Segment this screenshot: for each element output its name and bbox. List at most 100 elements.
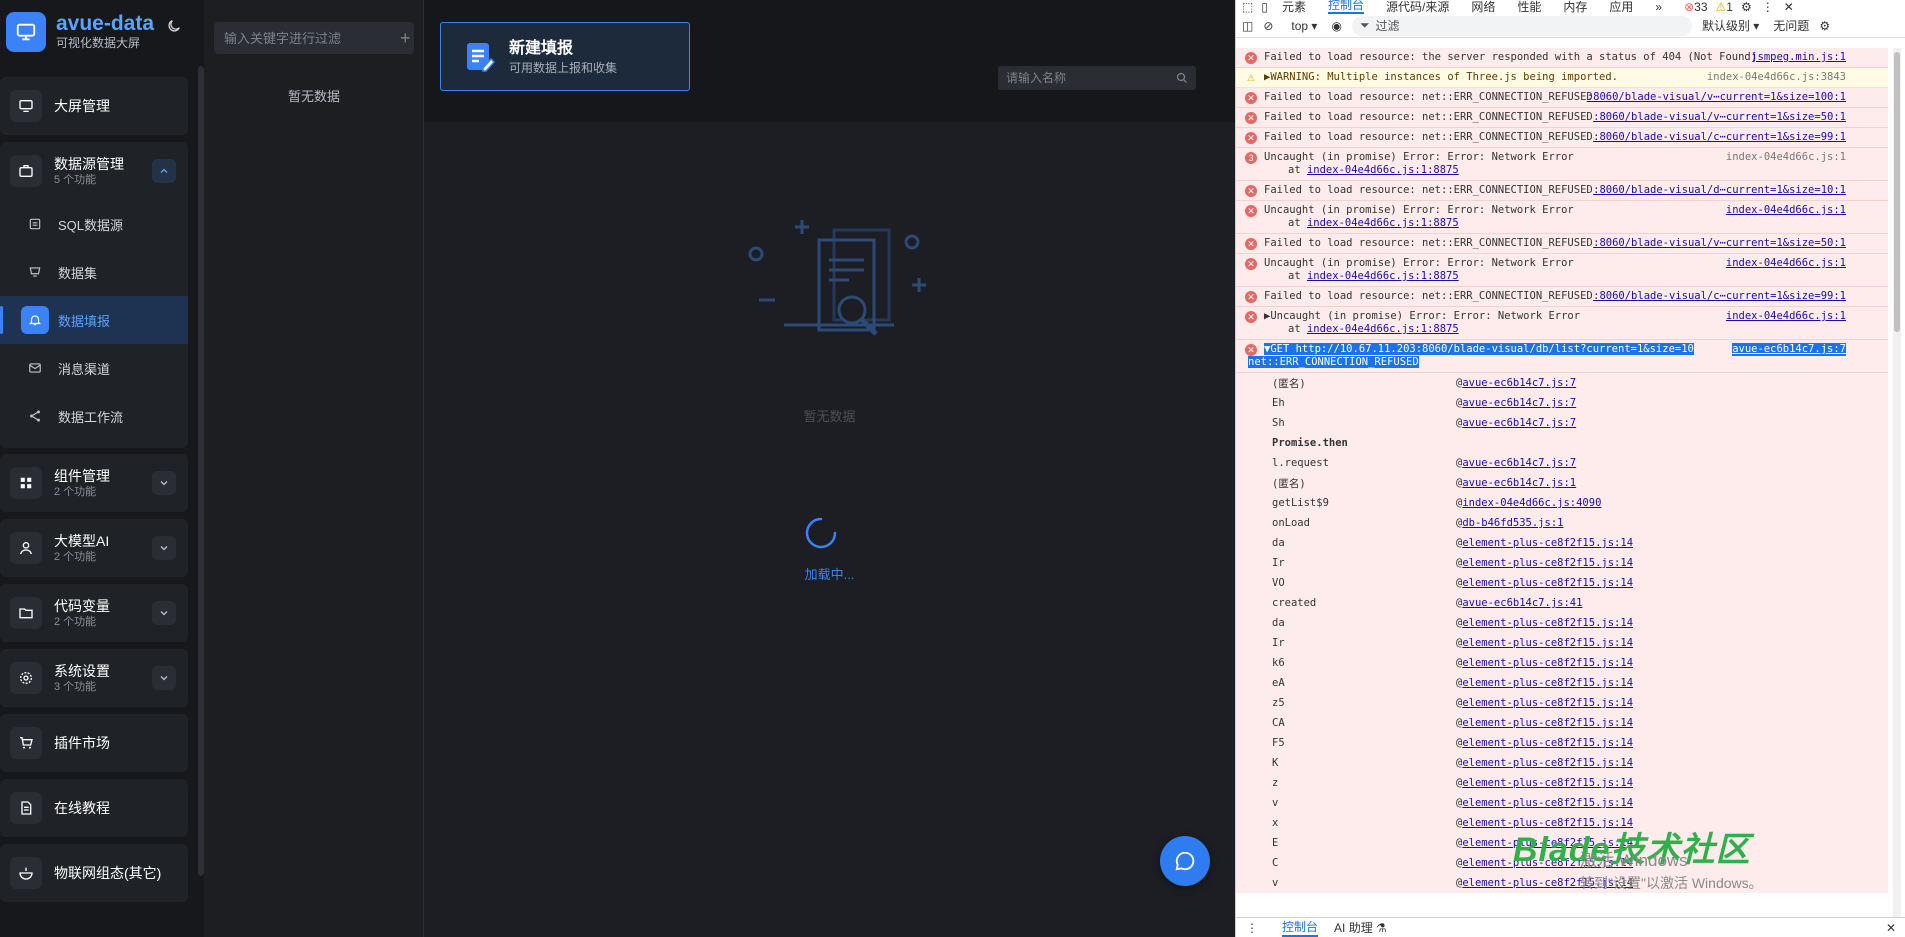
- message-source-link[interactable]: index-04e4d66c.js:1: [1726, 310, 1846, 323]
- chevron-down-icon[interactable]: [152, 666, 176, 690]
- stack-frame-link[interactable]: element-plus-ce8f2f15.js:14: [1462, 637, 1633, 649]
- message-source-link[interactable]: index-04e4d66c.js:1: [1726, 204, 1846, 217]
- nav-group-header[interactable]: 数据源管理 5 个功能: [0, 142, 188, 200]
- console-message[interactable]: ✕ Uncaught (in promise) Error: Error: Net…: [1236, 254, 1888, 287]
- message-source-link[interactable]: :8060/blade-visual/d⋯current=1&size=10:1: [1593, 184, 1846, 197]
- close-icon[interactable]: ✕: [1784, 0, 1794, 14]
- new-fill-card[interactable]: 新建填报 可用数据上报和收集: [440, 22, 690, 91]
- stack-frame[interactable]: da @ element-plus-ce8f2f15.js:14: [1236, 533, 1888, 553]
- issues-link[interactable]: 无问题: [1773, 17, 1809, 34]
- stack-frame[interactable]: Sh @ avue-ec6b14c7.js:7: [1236, 413, 1888, 433]
- stack-frame[interactable]: (匿名) @ avue-ec6b14c7.js:7: [1236, 373, 1888, 393]
- chevron-down-icon[interactable]: [152, 601, 176, 625]
- nav-group-iot-config[interactable]: 物联网组态(其它): [0, 844, 188, 902]
- stack-frame-link[interactable]: element-plus-ce8f2f15.js:14: [1462, 657, 1633, 669]
- tab-application[interactable]: 应用: [1609, 0, 1633, 14]
- stack-frame[interactable]: da @ element-plus-ce8f2f15.js:14: [1236, 613, 1888, 633]
- console-message[interactable]: ✕ ▶Uncaught (in promise) Error: Error: Ne…: [1236, 307, 1888, 340]
- stack-frame-link[interactable]: element-plus-ce8f2f15.js:14: [1462, 797, 1633, 809]
- more-tabs-icon[interactable]: »: [1655, 0, 1662, 14]
- stack-frame[interactable]: VO @ element-plus-ce8f2f15.js:14: [1236, 573, 1888, 593]
- stack-frame-link[interactable]: element-plus-ce8f2f15.js:14: [1462, 737, 1633, 749]
- console-message[interactable]: ⚠ ▶WARNING: Multiple instances of Three.j…: [1236, 68, 1888, 88]
- stack-frame[interactable]: F5 @ element-plus-ce8f2f15.js:14: [1236, 733, 1888, 753]
- stack-frame-link[interactable]: avue-ec6b14c7.js:7: [1462, 457, 1576, 469]
- stack-link[interactable]: index-04e4d66c.js:1:8875: [1307, 323, 1459, 335]
- message-source-link[interactable]: index-04e4d66c.js:3843: [1707, 71, 1846, 84]
- nav-group-plugin-market[interactable]: 插件市场: [0, 714, 188, 772]
- nav-group-component-management[interactable]: 组件管理 2 个功能: [0, 454, 188, 512]
- stack-frame-link[interactable]: element-plus-ce8f2f15.js:14: [1462, 757, 1633, 769]
- nav-group-online-tutorial[interactable]: 在线教程: [0, 779, 188, 837]
- drawer-tab-ai-assistant[interactable]: AI 助理 ⚗: [1334, 919, 1387, 936]
- console-message[interactable]: ✕ Failed to load resource: net::ERR_CONNE…: [1236, 234, 1888, 254]
- stack-frame[interactable]: K @ element-plus-ce8f2f15.js:14: [1236, 753, 1888, 773]
- chat-button[interactable]: [1160, 836, 1210, 886]
- message-source-link[interactable]: :8060/blade-visual/v⋯current=1&size=50:1: [1593, 111, 1846, 124]
- stack-frame[interactable]: l.request @ avue-ec6b14c7.js:7: [1236, 453, 1888, 473]
- console-message[interactable]: ✕ Uncaught (in promise) Error: Error: Net…: [1236, 201, 1888, 234]
- sidebar-item-sql-datasource[interactable]: SQL数据源: [0, 200, 188, 248]
- message-source-link[interactable]: index-04e4d66c.js:1: [1726, 151, 1846, 164]
- stack-link[interactable]: index-04e4d66c.js:1:8875: [1307, 217, 1459, 229]
- stack-frame-link[interactable]: db-b46fd535.js:1: [1462, 517, 1563, 529]
- stack-frame[interactable]: z @ element-plus-ce8f2f15.js:14: [1236, 773, 1888, 793]
- stack-frame-link[interactable]: element-plus-ce8f2f15.js:14: [1462, 537, 1633, 549]
- eye-icon[interactable]: ◉: [1331, 19, 1341, 33]
- stack-link[interactable]: index-04e4d66c.js:1:8875: [1307, 164, 1459, 176]
- inspect-icon[interactable]: ⬚: [1242, 0, 1253, 14]
- stack-frame-link[interactable]: avue-ec6b14c7.js:41: [1462, 597, 1582, 609]
- drawer-menu-icon[interactable]: ⋮: [1246, 921, 1258, 935]
- warn-count-badge[interactable]: ⚠ 1: [1716, 0, 1733, 14]
- stack-frame-link[interactable]: element-plus-ce8f2f15.js:14: [1462, 577, 1633, 589]
- tree-search-input[interactable]: [224, 30, 400, 46]
- sidebar-item-data-fill[interactable]: 数据填报: [0, 296, 188, 344]
- nav-group-llm-ai[interactable]: 大模型AI 2 个功能: [0, 519, 188, 577]
- stack-frame[interactable]: (匿名) @ avue-ec6b14c7.js:1: [1236, 473, 1888, 493]
- console-message[interactable]: ✕ Failed to load resource: net::ERR_CONNE…: [1236, 88, 1888, 108]
- message-source-link[interactable]: :8060/blade-visual/v⋯current=1&size=100:…: [1587, 91, 1846, 104]
- clear-console-icon[interactable]: ⊘: [1263, 19, 1273, 33]
- stack-frame-link[interactable]: element-plus-ce8f2f15.js:14: [1462, 717, 1633, 729]
- stack-frame[interactable]: CA @ element-plus-ce8f2f15.js:14: [1236, 713, 1888, 733]
- chevron-up-icon[interactable]: [152, 159, 176, 183]
- console-message[interactable]: ✕ Failed to load resource: net::ERR_CONNE…: [1236, 181, 1888, 201]
- console-message[interactable]: 3 Uncaught (in promise) Error: Error: Net…: [1236, 148, 1888, 181]
- console-settings-gear-icon[interactable]: ⚙: [1819, 19, 1830, 33]
- add-icon[interactable]: +: [400, 29, 411, 47]
- sidebar-item-message-channel[interactable]: 消息渠道: [0, 344, 188, 392]
- message-source-link[interactable]: :8060/blade-visual/c⋯current=1&size=99:1: [1593, 131, 1846, 144]
- stack-frame[interactable]: Eh @ avue-ec6b14c7.js:7: [1236, 393, 1888, 413]
- message-source-link[interactable]: index-04e4d66c.js:1: [1726, 257, 1846, 270]
- tab-performance[interactable]: 性能: [1517, 0, 1541, 14]
- error-count-badge[interactable]: ⊗ 33: [1684, 0, 1707, 14]
- stack-frame[interactable]: getList$9 @ index-04e4d66c.js:4090: [1236, 493, 1888, 513]
- more-menu-icon[interactable]: ⋮: [1762, 0, 1774, 14]
- console-message[interactable]: ✕ Failed to load resource: net::ERR_CONNE…: [1236, 108, 1888, 128]
- chevron-down-icon[interactable]: [152, 471, 176, 495]
- nav-group-screen-management[interactable]: 大屏管理: [0, 77, 188, 135]
- sidebar-toggle-icon[interactable]: ◫: [1242, 19, 1253, 33]
- stack-frame-link[interactable]: element-plus-ce8f2f15.js:14: [1462, 777, 1633, 789]
- nav-group-system-settings[interactable]: 系统设置 3 个功能: [0, 649, 188, 707]
- console-message[interactable]: ✕ Failed to load resource: the server res…: [1236, 48, 1888, 68]
- console-filter[interactable]: ⏷ 过滤: [1351, 15, 1692, 36]
- search-icon[interactable]: [1176, 72, 1188, 84]
- sidebar-item-dataset[interactable]: 数据集: [0, 248, 188, 296]
- console-scrollbar[interactable]: [1893, 48, 1901, 918]
- stack-frame[interactable]: onLoad @ db-b46fd535.js:1: [1236, 513, 1888, 533]
- stack-frame-link[interactable]: index-04e4d66c.js:4090: [1462, 497, 1601, 509]
- sidebar-item-data-workflow[interactable]: 数据工作流: [0, 392, 188, 440]
- device-toggle-icon[interactable]: ▯: [1261, 0, 1268, 14]
- stack-frame-link[interactable]: element-plus-ce8f2f15.js:14: [1462, 677, 1633, 689]
- stack-frame[interactable]: v @ element-plus-ce8f2f15.js:14: [1236, 793, 1888, 813]
- theme-toggle-moon-icon[interactable]: [166, 18, 184, 36]
- stack-frame[interactable]: Ir @ element-plus-ce8f2f15.js:14: [1236, 553, 1888, 573]
- drawer-tab-console[interactable]: 控制台: [1282, 918, 1319, 937]
- tab-network[interactable]: 网络: [1471, 0, 1495, 14]
- stack-frame-link[interactable]: avue-ec6b14c7.js:1: [1462, 477, 1576, 489]
- console-message[interactable]: ✕ Failed to load resource: net::ERR_CONNE…: [1236, 128, 1888, 148]
- stack-frame-link[interactable]: avue-ec6b14c7.js:7: [1462, 417, 1576, 429]
- message-source-link[interactable]: :8060/blade-visual/c⋯current=1&size=99:1: [1593, 290, 1846, 303]
- chevron-down-icon[interactable]: [152, 536, 176, 560]
